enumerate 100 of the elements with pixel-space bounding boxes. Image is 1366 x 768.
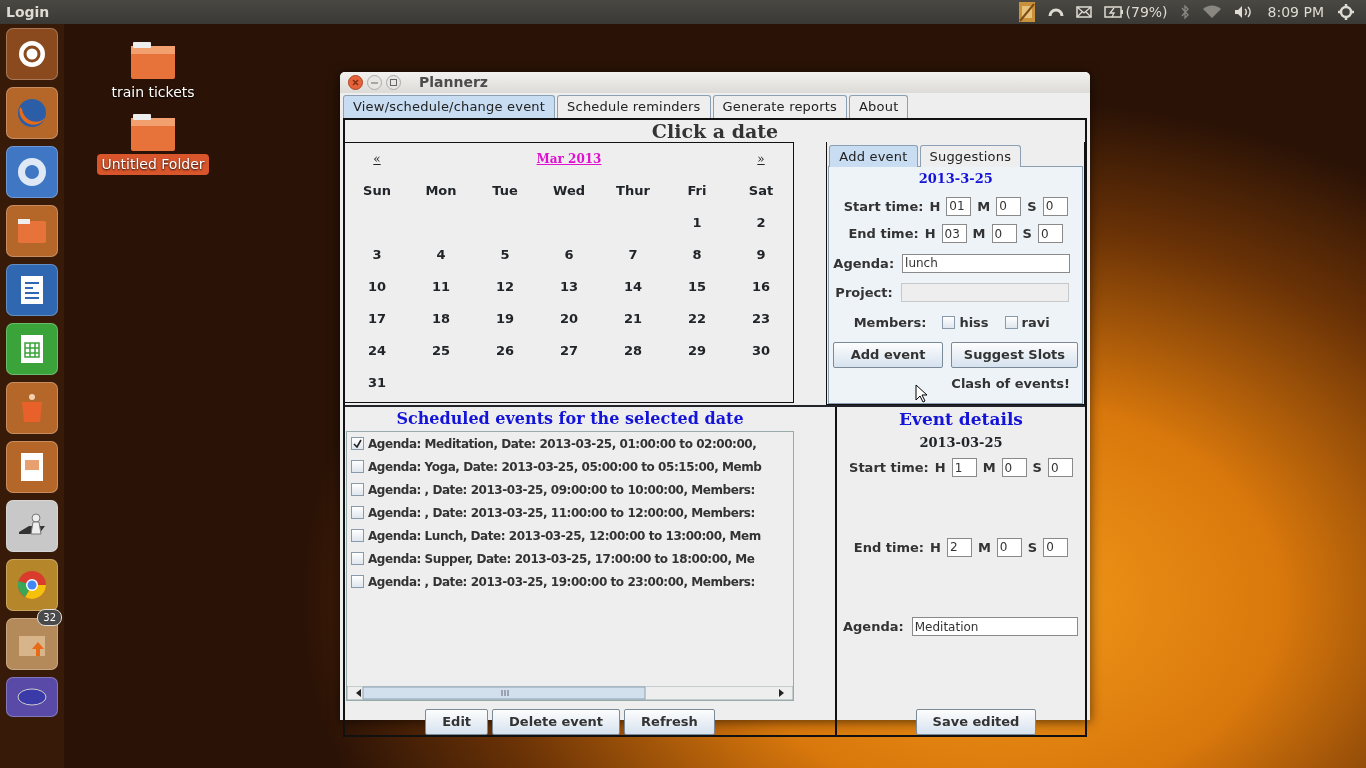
time-field[interactable]: 0	[1042, 196, 1068, 216]
day-number[interactable]: 11	[431, 276, 451, 297]
checkbox[interactable]	[351, 483, 364, 496]
event-row-text[interactable]: Agenda: Meditation, Date: 2013-03-25, 01:00:00 to 02:00:00,	[368, 434, 757, 453]
battery-icon[interactable]	[1103, 6, 1124, 18]
day-number[interactable]: 17	[367, 308, 387, 329]
checkbox[interactable]	[351, 552, 364, 565]
day-number[interactable]: 27	[559, 340, 579, 361]
checkbox[interactable]	[351, 437, 364, 450]
horizontal-scrollbar[interactable]	[347, 686, 793, 700]
tab[interactable]: About	[849, 95, 909, 118]
checkbox[interactable]	[351, 460, 364, 473]
day-number[interactable]: 29	[687, 340, 707, 361]
time-field[interactable]: 03	[941, 224, 967, 244]
globe-icon[interactable]	[16, 97, 48, 129]
button[interactable]: Suggest Slots	[950, 342, 1078, 368]
day-number[interactable]: 5	[500, 244, 510, 265]
time-field[interactable]: 01	[946, 196, 972, 216]
checkbox[interactable]	[351, 575, 364, 588]
day-number[interactable]: 9	[756, 244, 766, 265]
checkbox[interactable]	[351, 506, 364, 519]
picture-frame-icon[interactable]	[1017, 1, 1036, 23]
time-field[interactable]: 2	[946, 537, 972, 557]
text-field[interactable]: Meditation	[911, 617, 1078, 637]
button[interactable]: Refresh	[624, 709, 715, 735]
time-field[interactable]: 0	[1043, 537, 1069, 557]
folder-label[interactable]: train tickets	[107, 82, 199, 103]
time-field[interactable]: 0	[1047, 458, 1073, 478]
event-row-text[interactable]: Agenda: Yoga, Date: 2013-03-25, 05:00:00 to 05:15:00, Memb	[368, 457, 762, 476]
day-number[interactable]: 6	[564, 244, 574, 265]
time-field[interactable]: 0	[996, 196, 1022, 216]
speaker-icon[interactable]	[1233, 5, 1254, 19]
day-number[interactable]: 23	[751, 308, 771, 329]
day-number[interactable]: 15	[687, 276, 707, 297]
tab[interactable]: Generate reports	[712, 95, 848, 118]
day-number[interactable]: 8	[692, 244, 702, 265]
day-number[interactable]: 24	[367, 340, 387, 361]
clock[interactable]: 8:09 PM	[1267, 1, 1324, 23]
event-row-text[interactable]: Agenda: , Date: 2013-03-25, 11:00:00 to 12:00:00, Members:	[368, 503, 755, 522]
day-number[interactable]: 10	[367, 276, 387, 297]
circle-logo-icon[interactable]	[16, 38, 48, 70]
day-number[interactable]: 14	[623, 276, 643, 297]
event-row-text[interactable]: Agenda: , Date: 2013-03-25, 19:00:00 to 23:00:00, Members:	[368, 572, 755, 591]
mail-icon[interactable]	[1075, 6, 1092, 18]
month-link[interactable]: Mar 2013	[536, 149, 602, 168]
folder-icon[interactable]	[130, 40, 176, 80]
checkbox[interactable]	[351, 529, 364, 542]
field-label: Project:	[835, 284, 893, 302]
event-row-text[interactable]: Agenda: Lunch, Date: 2013-03-25, 12:00:00 to 13:00:00, Mem	[368, 526, 761, 545]
field-label: Members:	[853, 313, 927, 332]
day-number[interactable]: 31	[367, 372, 387, 393]
day-number[interactable]: 20	[559, 308, 579, 329]
tab[interactable]: Add event	[829, 144, 918, 167]
day-number[interactable]: 18	[431, 308, 451, 329]
day-number[interactable]: 7	[628, 244, 638, 265]
day-number[interactable]: 12	[495, 276, 515, 297]
day-number[interactable]: 4	[436, 244, 446, 265]
close-button[interactable]	[348, 75, 363, 90]
section-title: Scheduled events for the selected date	[395, 408, 745, 430]
unit-label: S	[1027, 538, 1038, 557]
weekday-label: Fri	[687, 181, 707, 200]
checkbox[interactable]	[942, 315, 956, 329]
tab[interactable]: View/schedule/change event	[343, 95, 556, 118]
folder-icon[interactable]	[130, 112, 176, 152]
day-number[interactable]: 13	[559, 276, 579, 297]
day-number[interactable]: 30	[751, 340, 771, 361]
next-month-link[interactable]: »	[757, 149, 765, 168]
button[interactable]: Add event	[833, 342, 943, 368]
time-field[interactable]: 1	[951, 458, 977, 478]
time-label: Start time:	[849, 459, 929, 477]
button[interactable]: Edit	[425, 709, 489, 735]
day-number[interactable]: 3	[372, 244, 382, 265]
button[interactable]: Delete event	[492, 709, 621, 735]
folder-label[interactable]: Untitled Folder	[97, 154, 209, 175]
day-number[interactable]: 21	[623, 308, 643, 329]
maximize-button[interactable]	[386, 75, 401, 90]
tab[interactable]: Suggestions	[919, 144, 1022, 167]
settings-icon[interactable]	[1338, 4, 1354, 20]
event-row-text[interactable]: Agenda: Supper, Date: 2013-03-25, 17:00:00 to 18:00:00, Me	[368, 549, 755, 568]
time-field[interactable]: 0	[1037, 224, 1063, 244]
time-field[interactable]: 0	[996, 537, 1022, 557]
day-number[interactable]: 2	[756, 212, 766, 233]
day-number[interactable]: 26	[495, 340, 515, 361]
time-field[interactable]: 0	[991, 224, 1017, 244]
day-number[interactable]: 25	[431, 340, 451, 361]
tab[interactable]: Schedule reminders	[557, 95, 711, 118]
previous-month-link[interactable]: «	[373, 149, 381, 168]
checkbox[interactable]	[1004, 315, 1018, 329]
wifi-icon[interactable]	[1201, 5, 1222, 19]
day-number[interactable]: 28	[623, 340, 643, 361]
day-number[interactable]: 1	[692, 212, 702, 233]
event-row-text[interactable]: Agenda: , Date: 2013-03-25, 09:00:00 to 10:00:00, Members:	[368, 480, 755, 499]
day-number[interactable]: 22	[687, 308, 707, 329]
text-field[interactable]: lunch	[902, 253, 1071, 273]
bluetooth-icon[interactable]	[1179, 4, 1190, 20]
time-field[interactable]: 0	[1001, 458, 1027, 478]
day-number[interactable]: 16	[751, 276, 771, 297]
button[interactable]: Save edited	[915, 709, 1037, 735]
day-number[interactable]: 19	[495, 308, 515, 329]
circle-icon[interactable]	[16, 156, 48, 188]
